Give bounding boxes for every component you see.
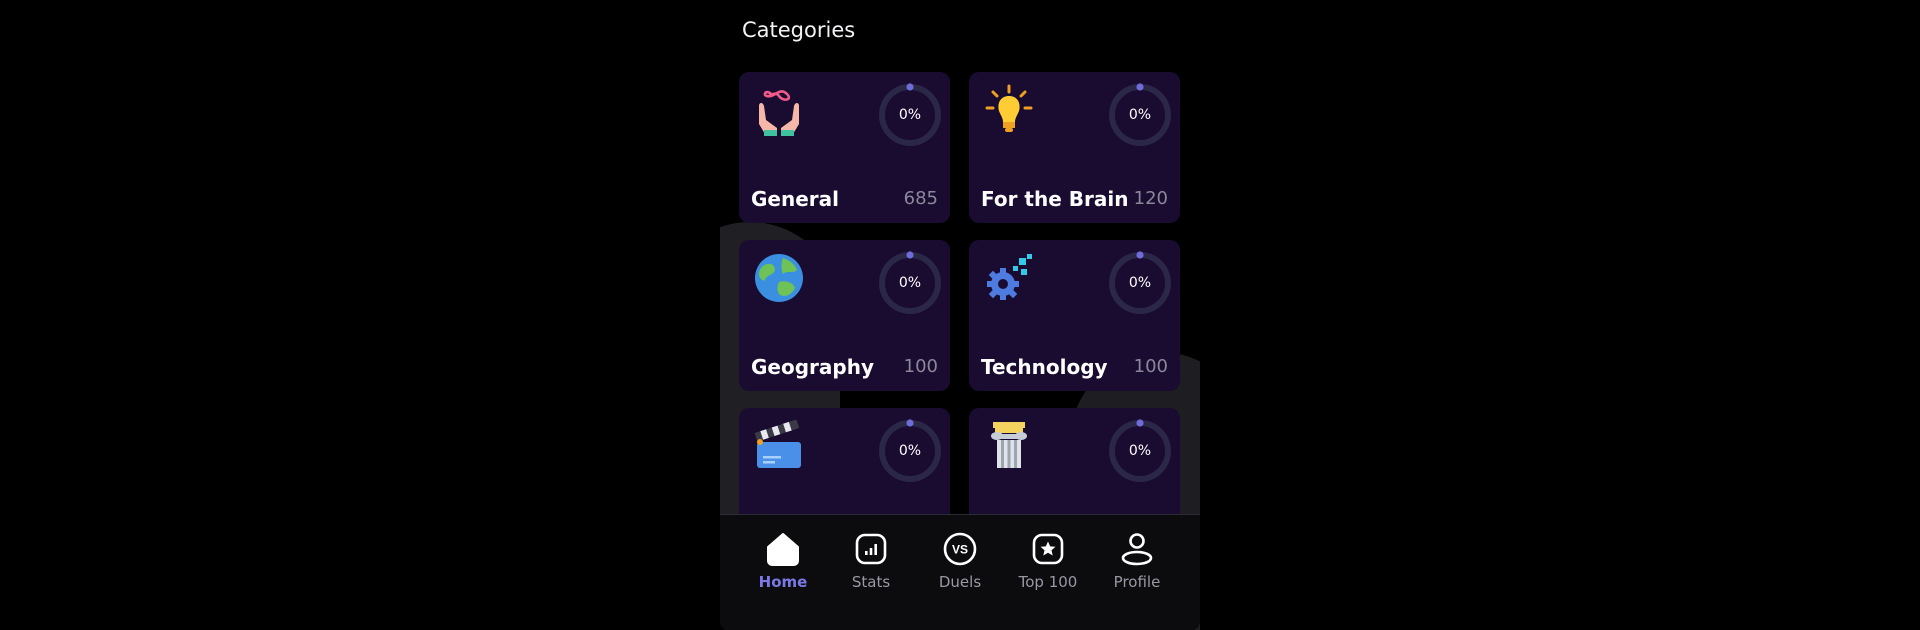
clapperboard-icon [754,420,801,468]
nav-label: Duels [938,573,982,591]
question-count: 685 [903,188,938,209]
progress-label: 0% [898,107,922,123]
column-icon [991,422,1027,468]
category-name: General [751,187,839,211]
nav-item-top-100[interactable]: Top 100 [1006,531,1090,591]
progress-label: 0% [898,275,922,291]
progress-label: 0% [1128,275,1152,291]
versus-icon: VS [943,532,977,566]
category-card-for-the-brain[interactable]: 0% For the Brain 120 [969,72,1180,223]
app-screen: Categories 0% General 685 0% For the Bra… [720,0,1200,630]
progress-label: 0% [1128,107,1152,123]
svg-text:VS: VS [952,543,968,557]
nav-item-home[interactable]: Home [741,531,825,591]
category-name: Geography [751,355,874,379]
category-name: Technology [981,355,1108,379]
star-badge-icon [1032,533,1064,565]
nav-item-stats[interactable]: Stats [829,531,913,591]
progress-label: 0% [1128,443,1152,459]
infinity-hands-icon [759,90,799,136]
category-card-geography[interactable]: 0% Geography 100 [739,240,950,391]
progress-label: 0% [898,443,922,459]
category-card-general[interactable]: 0% General 685 [739,72,950,223]
profile-icon [1121,533,1153,566]
question-count: 100 [903,356,938,377]
nav-label: Profile [1113,573,1161,591]
globe-icon [755,254,803,302]
bottom-navigation: Home Stats VS Duels Top 100 Profile [720,514,1200,630]
home-icon [767,533,799,566]
category-name: For the Brain [981,187,1129,211]
category-card-technology[interactable]: 0% Technology 100 [969,240,1180,391]
section-title: Categories [742,18,856,42]
nav-item-profile[interactable]: Profile [1095,531,1179,591]
stats-icon [855,533,887,565]
gear-pixels-icon [987,254,1032,300]
question-count: 120 [1133,188,1168,209]
nav-item-duels[interactable]: VS Duels [918,531,1002,591]
question-count: 100 [1133,356,1168,377]
nav-label: Top 100 [1018,573,1078,591]
nav-label: Stats [851,573,891,591]
lightbulb-icon [985,84,1033,132]
nav-label: Home [758,573,808,591]
